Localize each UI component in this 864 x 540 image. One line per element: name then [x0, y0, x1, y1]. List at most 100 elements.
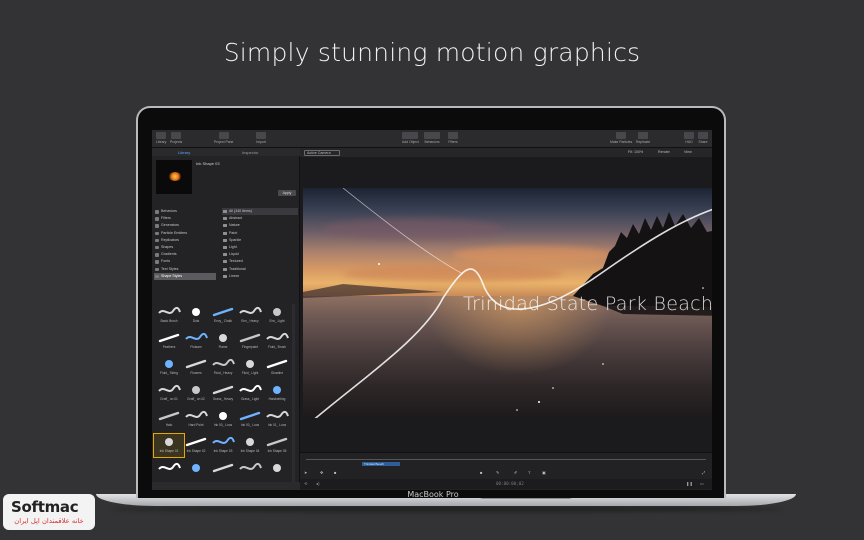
loop-icon[interactable]: ⟲ — [304, 481, 308, 486]
category-item[interactable]: Replicators — [154, 237, 216, 244]
mask-tool-icon[interactable]: ▣ — [542, 470, 546, 475]
category-item[interactable]: Behaviors — [154, 208, 216, 215]
style-swatch[interactable]: Ink 00_ Loos — [208, 408, 238, 431]
style-swatch[interactable]: Flame — [208, 330, 238, 353]
tab-inspector[interactable]: Inspector — [242, 150, 258, 155]
style-swatch[interactable]: Env_ Heavy — [235, 304, 265, 327]
style-swatch[interactable]: Handwriting — [262, 382, 292, 405]
toolbar-replicate-button[interactable]: Replicate — [636, 132, 650, 144]
subcategory-item[interactable]: Traditional — [222, 266, 298, 273]
subcategory-item[interactable]: Linear — [222, 273, 298, 280]
shape-tool-icon[interactable]: ■ — [480, 470, 482, 475]
brush-preview — [211, 305, 235, 319]
category-icon — [155, 253, 159, 257]
style-swatch[interactable]: Basic Brush — [154, 304, 184, 327]
subcategory-item[interactable]: All (340 items) — [222, 208, 298, 216]
style-swatch[interactable]: Feathers — [154, 330, 184, 353]
style-swatch[interactable]: Envy_ Chalk — [208, 304, 238, 327]
category-item[interactable]: Shapes — [154, 244, 216, 251]
timeline-ruler[interactable] — [306, 456, 706, 460]
toolbar-projects-button[interactable]: Projects — [170, 132, 182, 144]
style-label: Fluid_ Brush — [268, 345, 286, 349]
style-swatch[interactable] — [235, 460, 265, 483]
category-item[interactable]: Generators — [154, 222, 216, 229]
style-swatch[interactable]: Grass_ Heavy — [208, 382, 238, 405]
category-item[interactable]: Text Styles — [154, 266, 216, 273]
subcategory-item[interactable]: Liquid — [222, 251, 298, 258]
style-swatch[interactable]: Glowline — [262, 356, 292, 379]
style-swatch[interactable]: Ink 00_ Loos — [235, 408, 265, 431]
tab-library[interactable]: Library — [178, 150, 190, 155]
toolbar-hud-button[interactable]: HUD — [684, 132, 694, 144]
toolbar-behaviors-button[interactable]: Behaviors — [424, 132, 440, 144]
timeline-clip[interactable]: Trinidad Beach — [362, 462, 400, 466]
toolbar-share-button[interactable]: Share — [698, 132, 708, 144]
style-swatch[interactable]: Hard Point — [181, 408, 211, 431]
toolbar-import-button[interactable]: Import — [256, 132, 266, 144]
style-swatch[interactable]: Ink Shape 02 — [181, 434, 211, 457]
category-item[interactable]: Filters — [154, 215, 216, 222]
view-menu[interactable]: View — [684, 150, 692, 154]
toolbar-filters-button[interactable]: Filters — [448, 132, 458, 144]
canvas-viewer[interactable]: Trinidad State Park Beach — [303, 188, 712, 418]
style-swatch[interactable] — [262, 460, 292, 483]
brush-preview — [238, 383, 262, 397]
style-swatch[interactable] — [181, 460, 211, 483]
camera-select[interactable]: Active Camera — [304, 150, 340, 156]
expand-icon[interactable]: ⤢ — [702, 470, 705, 475]
pan-tool-icon[interactable]: ✥ — [320, 470, 323, 475]
style-swatch[interactable]: Flowers — [181, 356, 211, 379]
style-swatch[interactable]: Graff_ on 02 — [181, 382, 211, 405]
toolbar-add-object-button[interactable]: Add Object — [402, 132, 419, 144]
style-swatch[interactable]: Grass_ Light — [235, 382, 265, 405]
category-label: Filters — [161, 216, 171, 221]
render-menu[interactable]: Render — [658, 150, 670, 154]
style-swatch[interactable]: Ink Shape 04 — [235, 434, 265, 457]
style-swatch[interactable]: Fluid_ Light — [235, 356, 265, 379]
style-swatch[interactable]: Flotsam — [181, 330, 211, 353]
toolbar-library-button[interactable]: Library — [156, 132, 166, 144]
style-label: Feathers — [162, 345, 176, 349]
style-swatch[interactable] — [154, 460, 184, 483]
toolbar-project-pane-button[interactable]: Project Pane — [214, 132, 233, 144]
play-pause-icon[interactable]: ❚❚ — [686, 481, 693, 486]
category-label: Shape Styles — [161, 273, 183, 278]
style-swatch[interactable]: Fingerpaint — [235, 330, 265, 353]
category-item[interactable]: Particle Emitters — [154, 230, 216, 237]
subcategory-item[interactable]: Textured — [222, 258, 298, 265]
style-swatch[interactable]: Fluid_ String — [154, 356, 184, 379]
category-item[interactable]: Fonts — [154, 258, 216, 265]
subcategory-item[interactable]: Light — [222, 244, 298, 251]
style-label: Graff_ on 02 — [187, 397, 205, 401]
style-swatch[interactable]: Ink Shape 03 — [208, 434, 238, 457]
style-swatch[interactable]: Ink 01_ Loos — [262, 408, 292, 431]
style-swatch[interactable]: Env_ Light — [262, 304, 292, 327]
mute-icon[interactable]: ◂) — [316, 481, 320, 486]
paint-tool-icon[interactable]: ✐ — [514, 470, 517, 475]
category-item[interactable]: Shape Styles — [154, 272, 216, 280]
style-swatch[interactable]: Ink Shape 01 — [153, 433, 185, 458]
select-tool-icon[interactable]: ➤ — [304, 470, 307, 475]
text-tool-icon[interactable]: T — [528, 470, 530, 475]
overlay-title[interactable]: Trinidad State Park Beach — [463, 293, 712, 315]
grid-scrollbar[interactable] — [292, 304, 295, 484]
pen-tool-icon[interactable]: ✎ — [496, 470, 499, 475]
camera-tool-icon[interactable]: ■ — [334, 470, 336, 475]
subcategory-item[interactable]: Abstract — [222, 215, 298, 222]
style-swatch[interactable] — [208, 460, 238, 483]
timeline-toggle-icon[interactable]: ▭ — [700, 481, 704, 486]
style-swatch[interactable]: Halo — [154, 408, 184, 431]
style-swatch[interactable]: Fluid_ Brush — [262, 330, 292, 353]
subcategory-item[interactable]: Nature — [222, 222, 298, 229]
apply-button[interactable]: Apply — [278, 190, 296, 196]
toolbar-particles-button[interactable]: Make Particles — [610, 132, 632, 144]
style-swatch[interactable]: Fluid_ Heavy — [208, 356, 238, 379]
subcategory-item[interactable]: Paint — [222, 230, 298, 237]
brush-preview — [184, 409, 208, 423]
subcategory-item[interactable]: Sparkle — [222, 237, 298, 244]
category-item[interactable]: Gradients — [154, 251, 216, 258]
style-swatch[interactable]: Ink Shape 05 — [262, 434, 292, 457]
style-swatch[interactable]: Dots — [181, 304, 211, 327]
style-swatch[interactable]: Graff_ on 01 — [154, 382, 184, 405]
zoom-select[interactable]: Fit: 100% — [628, 150, 643, 154]
